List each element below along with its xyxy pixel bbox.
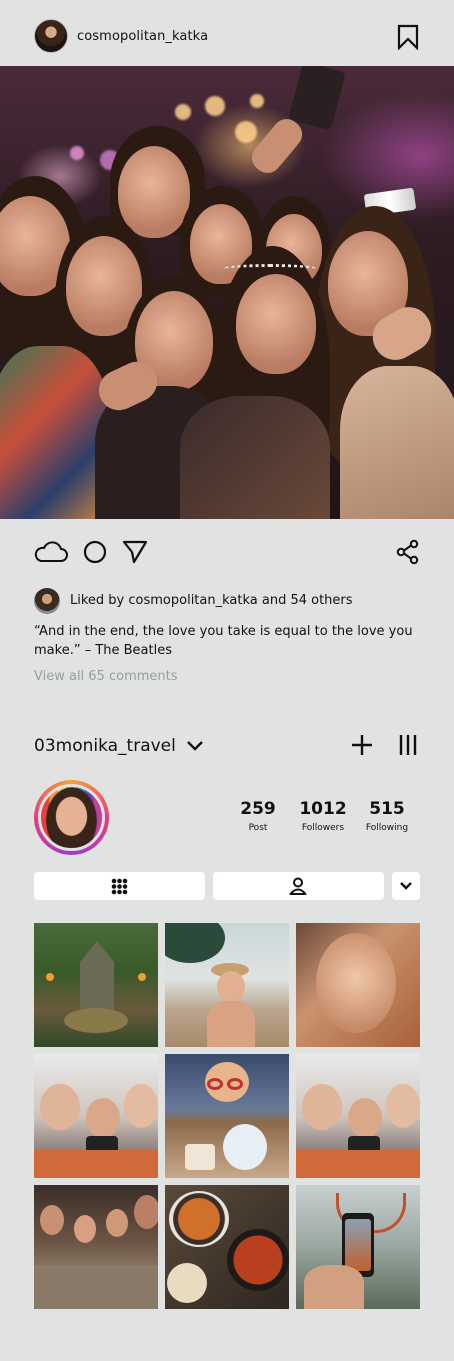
author-username[interactable]: cosmopolitan_katka (77, 29, 208, 44)
post-actions (0, 519, 454, 589)
cloud-icon[interactable] (33, 539, 69, 565)
circle-icon[interactable] (83, 540, 107, 564)
profile-username[interactable]: 03monika_travel (34, 736, 176, 756)
post-caption: “And in the end, the love you take is eq… (34, 624, 413, 658)
following-count[interactable]: 515 (347, 799, 427, 819)
grid-item-food-dishes[interactable] (165, 1185, 289, 1309)
grid-item-jungle-temple[interactable] (34, 923, 158, 1047)
grid-item-smiling-woman[interactable] (296, 923, 420, 1047)
liker-avatar[interactable] (34, 588, 60, 614)
grid-item-girls-selfie-2[interactable] (296, 1054, 420, 1178)
share-icon[interactable] (396, 539, 420, 565)
send-icon[interactable] (122, 540, 148, 564)
tab-grid[interactable] (34, 872, 205, 900)
profile-header: 03monika_travel (0, 728, 454, 764)
grid-item-phone-basketball[interactable] (296, 1185, 420, 1309)
menu-bars-icon[interactable] (398, 734, 418, 756)
following-label: Following (365, 823, 409, 833)
bookmark-icon[interactable] (396, 24, 420, 50)
profile-avatar[interactable] (34, 780, 109, 855)
chevron-down-icon[interactable] (186, 740, 204, 752)
tab-tagged[interactable] (213, 872, 384, 900)
post-header: cosmopolitan_katka (0, 0, 454, 66)
author-avatar[interactable] (34, 19, 68, 53)
tab-more[interactable] (392, 872, 420, 900)
chevron-down-icon (400, 882, 412, 890)
grid-item-beach-woman[interactable] (165, 923, 289, 1047)
tagged-person-icon (289, 877, 307, 895)
grid-item-restaurant-group[interactable] (34, 1185, 158, 1309)
grid-item-cartoon-characters[interactable] (165, 1054, 289, 1178)
view-comments-link[interactable]: View all 65 comments (34, 669, 178, 684)
post-image[interactable] (0, 66, 454, 519)
profile-photo (38, 784, 105, 851)
add-icon[interactable] (351, 734, 373, 756)
grid-item-girls-selfie[interactable] (34, 1054, 158, 1178)
grid-icon (111, 878, 128, 895)
likes-text[interactable]: Liked by cosmopolitan_katka and 54 other… (70, 593, 353, 608)
